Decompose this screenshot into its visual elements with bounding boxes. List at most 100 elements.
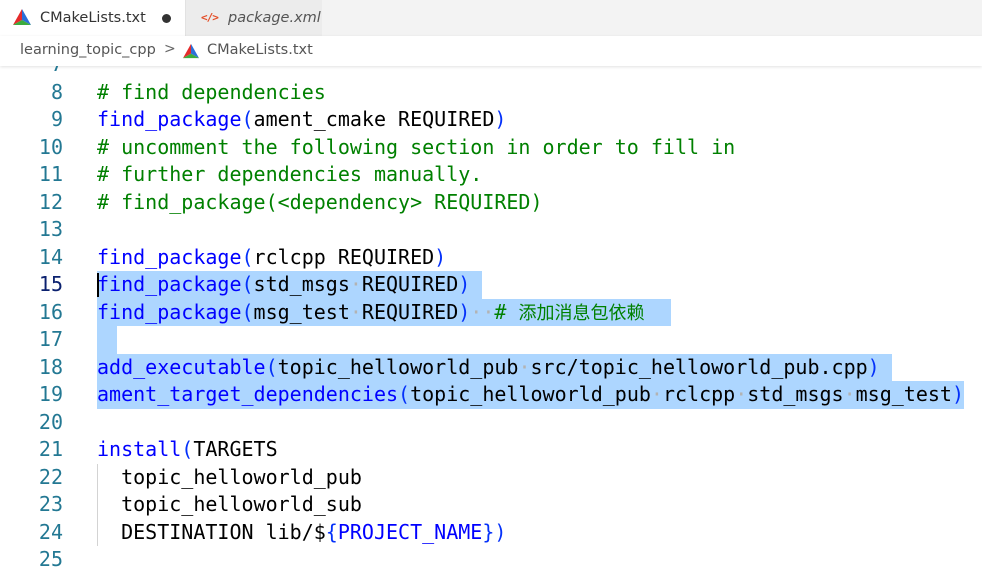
code-token: topic_helloworld_sub <box>97 492 362 516</box>
code-token: ) <box>494 107 507 131</box>
code-token: ) <box>867 354 880 379</box>
code-token: ( <box>241 272 254 296</box>
code-token: $ <box>313 519 326 544</box>
code-token: ( <box>265 354 278 379</box>
code-token: # <box>494 299 519 324</box>
line-content: ament_target_dependencies(topic_hellowor… <box>97 381 964 409</box>
code-token: rclcpp REQUIRED <box>253 244 435 269</box>
code-token: install <box>97 437 182 461</box>
code-token: ( <box>181 437 194 461</box>
line-content: topic_helloworld_sub <box>97 491 362 519</box>
code-line[interactable]: 21 install(TARGETS <box>0 436 982 464</box>
code-line[interactable]: 22 topic_helloworld_pub <box>0 463 982 492</box>
line-content: topic_helloworld_pub <box>97 464 362 492</box>
code-token: ) <box>458 299 471 324</box>
line-content: find_package(ament_cmake REQUIRED) <box>97 106 506 134</box>
line-content: DESTINATION lib/${PROJECT_NAME}) <box>97 519 506 547</box>
code-token: ·· <box>470 299 495 324</box>
code-token: PROJECT_NAME <box>337 519 483 544</box>
line-content: # find_package(<dependency> REQUIRED) <box>97 189 543 217</box>
code-line[interactable]: 20 <box>0 409 982 437</box>
line-number: 17 <box>38 327 63 351</box>
line-number: 10 <box>38 134 63 159</box>
code-token: # further dependencies manually. <box>97 162 483 186</box>
code-token: ) <box>458 272 471 296</box>
code-token: # find_package(<dependency> REQUIRED) <box>97 189 543 214</box>
code-token: { <box>325 519 338 544</box>
code-token: find_package <box>97 107 242 131</box>
code-line[interactable]: 17 <box>0 326 982 354</box>
code-line[interactable]: 16 find_package(msg_test·REQUIRED)··# 添加消… <box>0 298 982 326</box>
code-token: find_package <box>97 299 242 324</box>
code-token: rclcpp <box>662 382 736 406</box>
code-line[interactable]: 18 add_executable(topic_helloworld_pub·sr… <box>0 353 982 382</box>
code-line[interactable]: 14 find_package(rclcpp REQUIRED) <box>0 244 982 272</box>
code-token: # find dependencies <box>97 79 326 104</box>
code-line[interactable]: 12 # find_package(<dependency> REQUIRED) <box>0 189 982 217</box>
code-line[interactable]: 23 topic_helloworld_sub <box>0 491 982 519</box>
code-token: · <box>735 382 748 406</box>
code-token: · <box>650 382 663 406</box>
breadcrumb-folder[interactable]: learning_topic_cpp <box>20 42 156 58</box>
code-token: · <box>843 382 856 406</box>
code-line[interactable]: 15 find_package(std_msgs·REQUIRED) <box>0 271 982 299</box>
line-number: 19 <box>38 382 63 406</box>
line-content: # further dependencies manually. <box>97 161 482 189</box>
code-token: } <box>482 519 495 544</box>
code-token: msg_test <box>253 299 350 324</box>
line-number: 22 <box>38 464 63 489</box>
code-editor[interactable]: 7 8# find dependencies9find_package(amen… <box>0 66 982 571</box>
code-line[interactable]: 10 # uncomment the following section in o… <box>0 134 982 162</box>
text-cursor <box>97 273 99 297</box>
line-content: # uncomment the following section in ord… <box>97 134 735 162</box>
code-line[interactable]: 13 <box>0 216 982 244</box>
line-number: 14 <box>38 244 63 269</box>
code-token: find_package <box>97 244 242 269</box>
breadcrumb: learning_topic_cpp > CMakeLists.txt <box>0 36 982 66</box>
code-token: ) <box>434 244 447 269</box>
code-token: · <box>349 299 362 324</box>
code-line[interactable]: 9 find_package(ament_cmake REQUIRED) <box>0 106 982 134</box>
code-token: std_msgs <box>253 272 350 296</box>
line-number: 11 <box>38 162 63 186</box>
tab-label: package.xml <box>228 10 321 26</box>
code-token: 添加消息包依赖 <box>518 302 645 324</box>
line-content: add_executable(topic_helloworld_pub·src/… <box>97 354 880 382</box>
line-content: find_package(std_msgs·REQUIRED) <box>97 271 470 299</box>
code-token: # uncomment the following section in ord… <box>97 134 736 159</box>
code-line[interactable]: 11 # further dependencies manually. <box>0 161 982 189</box>
line-number: 25 <box>38 547 63 571</box>
code-token: msg_test <box>855 382 952 406</box>
line-number: 9 <box>50 107 63 131</box>
code-token: src/topic_helloworld_pub.cpp <box>530 354 868 379</box>
line-number: 16 <box>38 299 63 324</box>
code-line[interactable]: 24 DESTINATION lib/${PROJECT_NAME}) <box>0 518 982 547</box>
xml-code-icon: </> <box>201 11 219 24</box>
code-token: topic_helloworld_pub <box>277 354 519 379</box>
unsaved-changes-dot-icon[interactable] <box>162 14 171 23</box>
breadcrumb-separator-icon: > <box>164 41 176 57</box>
line-number: 12 <box>38 189 63 214</box>
line-number: 18 <box>38 354 63 379</box>
line-number: 15 <box>38 272 63 296</box>
code-token: ament_target_dependencies <box>97 382 399 406</box>
breadcrumb-file[interactable]: CMakeLists.txt <box>207 42 313 58</box>
code-token: std_msgs <box>747 382 844 406</box>
line-number: 13 <box>38 217 63 241</box>
code-line[interactable]: 19 ament_target_dependencies(topic_hellow… <box>0 381 982 409</box>
line-number: 20 <box>38 409 63 434</box>
tab-cmakelists[interactable]: CMakeLists.txt <box>0 0 185 36</box>
code-token: find_package <box>97 272 242 296</box>
line-number: 24 <box>38 519 63 544</box>
line-content: install(TARGETS <box>97 436 278 464</box>
code-line[interactable]: 25 <box>0 546 982 571</box>
tab-package-xml[interactable]: </> package.xml <box>185 0 322 36</box>
code-token: · <box>349 272 362 296</box>
code-line: 7 <box>0 66 982 79</box>
code-token: ( <box>241 244 254 269</box>
line-number: 23 <box>38 492 63 516</box>
code-token: REQUIRED <box>361 272 459 296</box>
code-line[interactable]: 8 # find dependencies <box>0 79 982 107</box>
code-token: DESTINATION lib/ <box>97 519 314 544</box>
code-token: ) <box>951 382 964 406</box>
